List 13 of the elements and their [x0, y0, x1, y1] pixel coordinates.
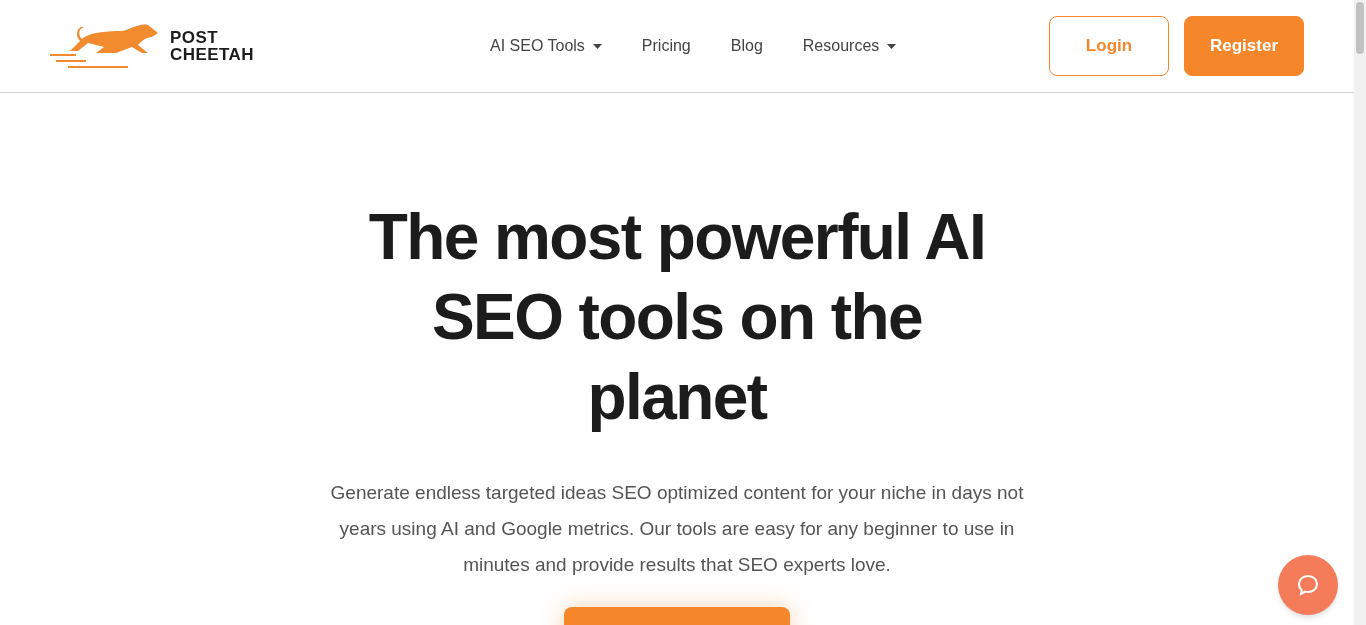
caret-icon — [592, 43, 602, 49]
nav-link[interactable]: Resources — [802, 34, 897, 58]
caret-icon — [887, 43, 897, 49]
nav-link[interactable]: Blog — [730, 34, 763, 58]
logo-text: CHEETAH — [170, 46, 254, 63]
hero-headline: The most powerful AI SEO tools on the planet — [367, 200, 987, 435]
logo-text: POST — [170, 29, 219, 46]
chat-bubble-icon — [1296, 573, 1320, 597]
nav-link[interactable]: AI SEO Tools — [490, 34, 602, 58]
hero-description: Generate endless targeted ideas SEO optimized content for your niche in days not years using AI and Google metrics. Our tools are easy for any beginner to use in minutes and provide results that SEO experts love. — [329, 481, 1025, 577]
nav-link[interactable]: Pricing — [641, 34, 691, 58]
chat-button[interactable] — [1278, 555, 1338, 615]
scrollbar[interactable] — [1354, 0, 1366, 625]
